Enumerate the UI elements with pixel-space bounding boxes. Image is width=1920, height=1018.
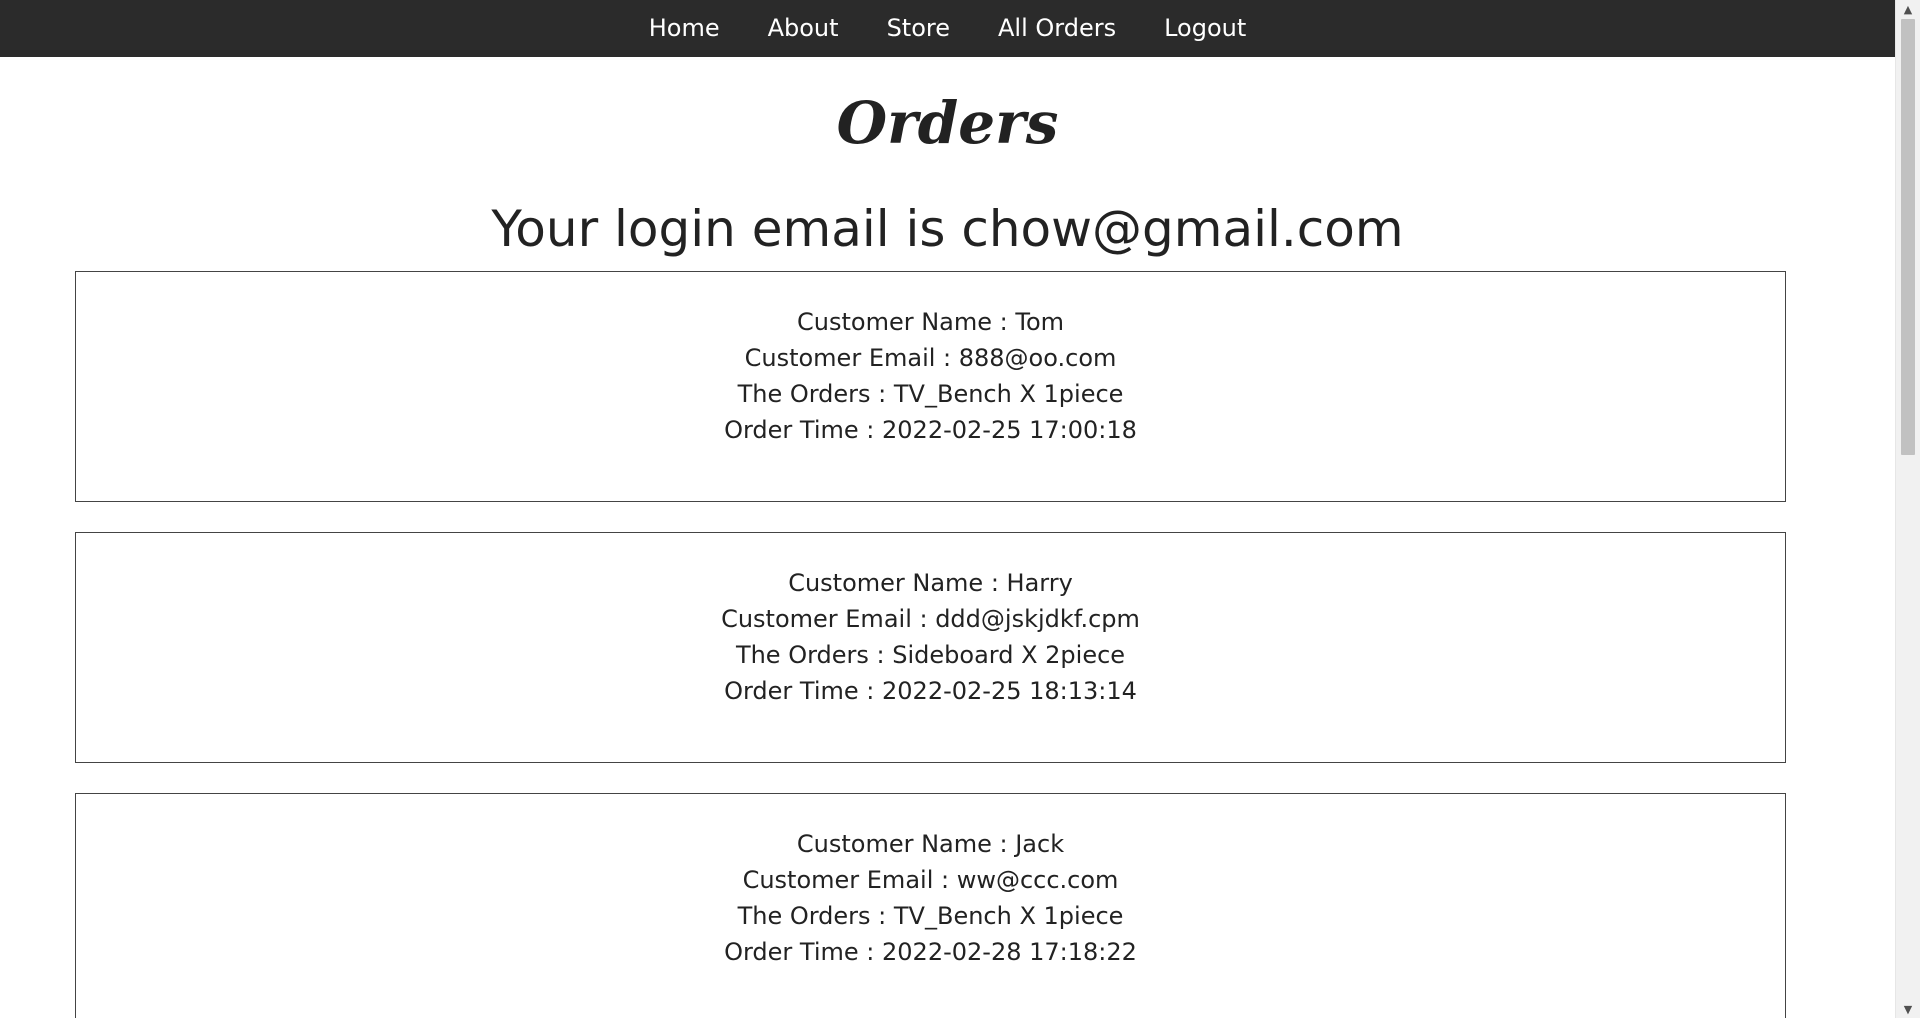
nav-link-all-orders[interactable]: All Orders (974, 0, 1140, 57)
scroll-up-arrow-icon[interactable]: ▲ (1896, 0, 1920, 18)
scrollbar-thumb[interactable] (1901, 19, 1915, 455)
customer-name: Customer Name : Harry (788, 569, 1073, 597)
browser-viewport: Home About Store All Orders Logout Order… (0, 0, 1920, 1018)
page-title: Orders (836, 89, 1059, 157)
customer-email: Customer Email : ww@ccc.com (742, 866, 1119, 894)
order-card: Customer Name : Tom Customer Email : 888… (75, 271, 1786, 502)
nav-link-home[interactable]: Home (625, 0, 744, 57)
order-time: Order Time : 2022-02-25 18:13:14 (724, 677, 1137, 705)
orders-list: Customer Name : Tom Customer Email : 888… (75, 271, 1786, 1018)
order-card: Customer Name : Harry Customer Email : d… (75, 532, 1786, 763)
order-items: The Orders : TV_Bench X 1piece (737, 902, 1124, 930)
scroll-down-arrow-icon[interactable]: ▼ (1896, 1000, 1920, 1018)
login-email-text: Your login email is chow@gmail.com (491, 200, 1404, 258)
customer-name: Customer Name : Tom (797, 308, 1064, 336)
customer-name: Customer Name : Jack (796, 830, 1065, 858)
nav-link-store[interactable]: Store (863, 0, 974, 57)
customer-email: Customer Email : 888@oo.com (744, 344, 1117, 372)
top-navbar: Home About Store All Orders Logout (0, 0, 1895, 57)
page-content: Home About Store All Orders Logout Order… (0, 0, 1895, 1018)
order-time: Order Time : 2022-02-28 17:18:22 (724, 938, 1137, 966)
order-card: Customer Name : Jack Customer Email : ww… (75, 793, 1786, 1018)
nav-link-logout[interactable]: Logout (1140, 0, 1270, 57)
vertical-scrollbar[interactable]: ▲ ▼ (1895, 0, 1920, 1018)
nav-link-about[interactable]: About (744, 0, 863, 57)
order-items: The Orders : Sideboard X 2piece (735, 641, 1126, 669)
order-time: Order Time : 2022-02-25 17:00:18 (724, 416, 1137, 444)
customer-email: Customer Email : ddd@jskjdkf.cpm (721, 605, 1140, 633)
order-items: The Orders : TV_Bench X 1piece (737, 380, 1124, 408)
